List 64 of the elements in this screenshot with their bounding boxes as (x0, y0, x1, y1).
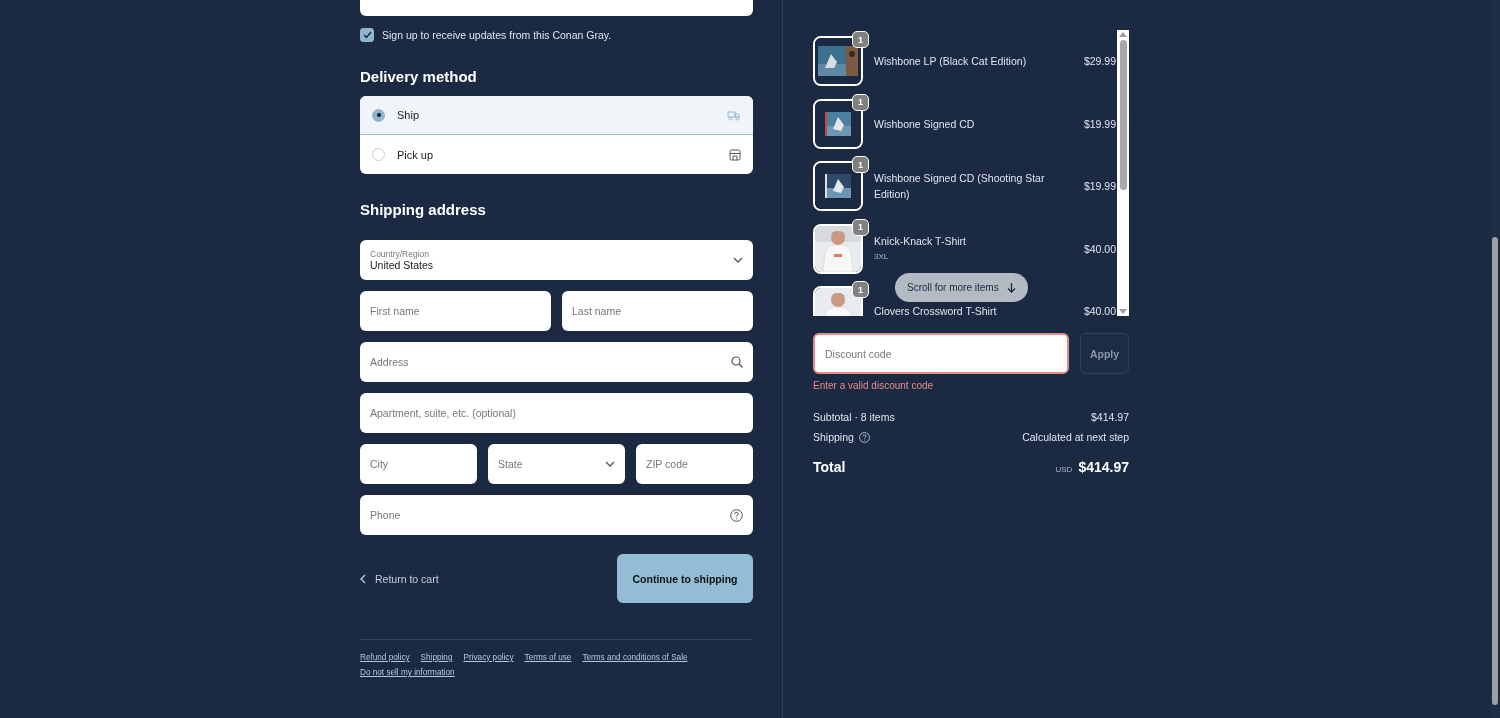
summary-label: Subtotal · 8 items (813, 411, 895, 423)
product-name: Wishbone LP (Black Cat Edition) (874, 54, 1028, 69)
product-price: $19.99 (1083, 117, 1117, 130)
chevron-down-icon (733, 257, 743, 263)
footer-link[interactable]: Shipping (420, 653, 453, 662)
product-price: $40.00 (1083, 242, 1117, 255)
product-price: $29.99 (1083, 55, 1117, 67)
footer-link[interactable]: Terms of use (524, 653, 572, 662)
input-field[interactable]: Apartment, suite, etc. (optional) (360, 393, 753, 433)
radio-button[interactable] (372, 148, 385, 161)
page-scrollbar[interactable] (1490, 0, 1500, 718)
product-price: $19.99 (1083, 180, 1117, 192)
section-heading: Delivery method (360, 68, 478, 85)
summary-value: $414.97 (1091, 411, 1129, 423)
scrollbar[interactable] (1117, 30, 1129, 316)
input-field[interactable]: First name (360, 291, 551, 331)
scroll-hint-button[interactable]: Scroll for more items (895, 273, 1028, 302)
product-name: Clovers Crossword T-Shirt (874, 304, 998, 316)
quantity-badge: 1 (852, 93, 869, 111)
email-field[interactable] (360, 0, 753, 16)
section-heading: Shipping address (360, 201, 487, 218)
summary-label: Shipping (813, 431, 854, 443)
currency-code: USD (1055, 465, 1073, 474)
search-icon (731, 356, 743, 368)
return-link[interactable]: Return to cart (360, 572, 439, 585)
product-variant: 3XL (874, 250, 890, 263)
chevron-down-icon (605, 461, 615, 467)
delivery-option[interactable]: Ship (360, 96, 753, 135)
product-name: Wishbone Signed CD (874, 116, 976, 132)
help-icon[interactable] (858, 431, 870, 443)
continue-button[interactable]: Continue to shipping (617, 554, 753, 603)
error-message: Enter a valid discount code (813, 380, 935, 391)
store-icon (729, 148, 741, 161)
radio-button[interactable] (372, 108, 385, 122)
input-field[interactable]: Last name (562, 291, 753, 331)
quantity-badge: 1 (852, 31, 869, 48)
summary-value: Calculated at next step (1022, 431, 1129, 443)
product-name: Wishbone Signed CD (Shooting Star Edition) (874, 171, 1046, 202)
total-value: $414.97 (1078, 459, 1129, 475)
quantity-badge: 1 (852, 218, 869, 236)
input-field[interactable]: Address (360, 342, 753, 382)
product-price: $40.00 (1083, 305, 1117, 316)
apply-button[interactable]: Apply (1080, 333, 1129, 374)
total-label: Total (813, 459, 846, 475)
input-field[interactable]: Phone (360, 495, 753, 535)
input-field[interactable]: City (360, 444, 477, 484)
checkbox-label: Sign up to receive updates from this Conan Gray. (382, 29, 612, 41)
input-field[interactable]: ZIP code (636, 444, 753, 484)
footer-link[interactable]: Privacy policy (463, 653, 514, 662)
footer-link[interactable]: Refund policy (360, 653, 410, 662)
country-select[interactable]: Country/Region United States (360, 240, 753, 280)
quantity-badge: 1 (852, 281, 869, 298)
help-icon (730, 508, 743, 522)
chevron-left-icon (360, 573, 366, 584)
arrow-down-icon (1006, 282, 1016, 293)
delivery-option[interactable]: Pick up (360, 135, 753, 174)
checkbox[interactable] (360, 28, 374, 42)
truck-icon (727, 109, 741, 121)
quantity-badge: 1 (852, 156, 869, 173)
product-name: Knick-Knack T-Shirt (874, 233, 967, 249)
footer-link[interactable]: Do not sell my information (360, 668, 455, 677)
discount-field[interactable]: Discount code (813, 333, 1069, 374)
state-select[interactable]: State (488, 444, 625, 484)
footer-link[interactable]: Terms and conditions of Sale (582, 653, 688, 662)
